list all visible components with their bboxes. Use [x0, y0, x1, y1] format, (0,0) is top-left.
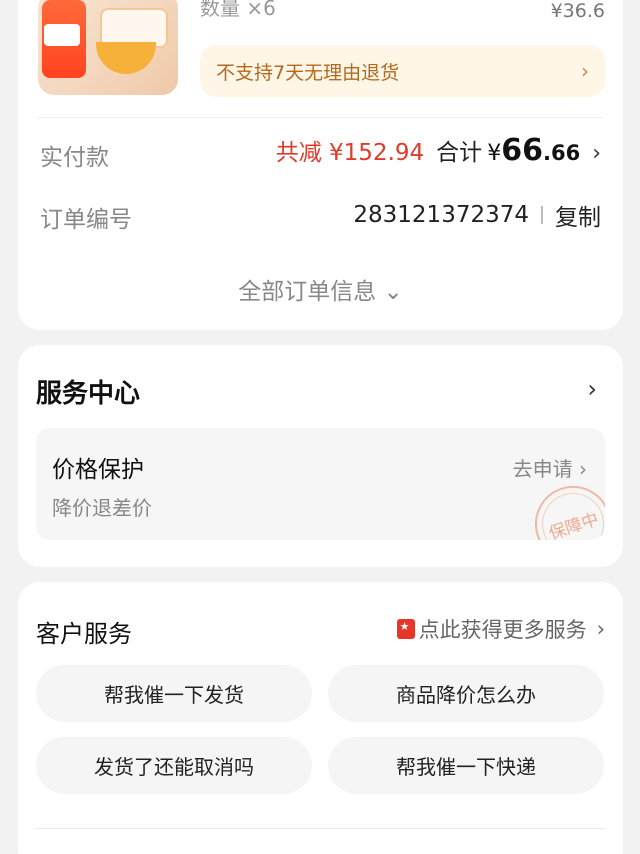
promo-price-tag	[44, 24, 80, 46]
chevron-right-icon: ›	[581, 59, 589, 83]
product-image-bowl	[96, 42, 156, 74]
total-integer: 66	[501, 133, 543, 168]
service-center-title: 服务中心	[36, 379, 141, 409]
paid-amount-label: 实付款	[40, 145, 109, 171]
return-policy-text: 不支持7天无理由退货	[216, 61, 400, 84]
service-flag-icon	[396, 619, 415, 639]
chevron-right-icon: ›	[596, 617, 605, 641]
customer-service-title: 客户服务	[36, 620, 132, 648]
price-protection-panel[interactable]: 价格保护 降价退差价 去申请 › 保障中	[36, 428, 605, 540]
chevron-right-icon[interactable]: ›	[587, 375, 597, 403]
product-quantity: 数量 ×6	[200, 0, 276, 20]
order-summary-card: 数量 ×6 ¥36.6 不支持7天无理由退货 › 实付款 共减 ¥152.94 …	[18, 0, 623, 330]
discount-amount: 共减 ¥152.94	[275, 140, 425, 166]
price-protection-subtitle: 降价退差价	[52, 496, 152, 520]
quick-question-cancel-after-ship[interactable]: 发货了还能取消吗	[36, 737, 312, 794]
payment-summary[interactable]: 共减 ¥152.94 合计 ¥66.66 ›	[276, 133, 601, 168]
protection-stamp-text: 保障中	[533, 484, 605, 540]
customer-service-card: 客户服务 点此获得更多服务 › 帮我催一下发货 商品降价怎么办 发货了还能取消吗…	[18, 582, 623, 854]
chevron-down-icon: ⌄	[383, 279, 403, 305]
chevron-right-icon: ›	[579, 457, 587, 481]
quick-question-urge-delivery[interactable]: 帮我催一下快递	[328, 737, 604, 794]
total-amount: 合计 ¥66.66	[436, 133, 580, 168]
quick-question-price-drop[interactable]: 商品降价怎么办	[328, 665, 604, 722]
product-unit-price: ¥36.6	[550, 0, 605, 22]
divider	[36, 828, 605, 829]
copy-button[interactable]: 复制	[555, 198, 601, 232]
vertical-separator	[541, 206, 543, 224]
price-protection-title: 价格保护	[52, 457, 144, 483]
all-order-info-label: 全部订单信息	[238, 279, 377, 305]
more-services-link[interactable]: 点此获得更多服务 ›	[396, 614, 605, 644]
apply-label: 去申请	[512, 457, 573, 481]
return-policy-notice[interactable]: 不支持7天无理由退货 ›	[200, 45, 605, 97]
total-decimal: .66	[542, 141, 581, 165]
order-number-label: 订单编号	[40, 207, 132, 233]
quick-question-urge-shipping[interactable]: 帮我催一下发货	[36, 665, 312, 722]
all-order-info-toggle[interactable]: 全部订单信息 ⌄	[18, 272, 623, 306]
total-label: 合计	[436, 140, 483, 166]
currency-symbol: ¥	[487, 141, 502, 166]
product-thumbnail[interactable]	[38, 0, 178, 95]
more-services-label: 点此获得更多服务	[418, 618, 587, 642]
protection-stamp-icon: 保障中	[525, 476, 605, 540]
divider	[38, 117, 603, 118]
order-number-row: 283121372374 复制	[353, 198, 601, 232]
service-center-card: 服务中心 › 价格保护 降价退差价 去申请 › 保障中	[18, 345, 623, 567]
chevron-right-icon: ›	[592, 141, 601, 166]
order-number: 283121372374	[353, 202, 529, 228]
apply-link[interactable]: 去申请 ›	[513, 453, 587, 482]
